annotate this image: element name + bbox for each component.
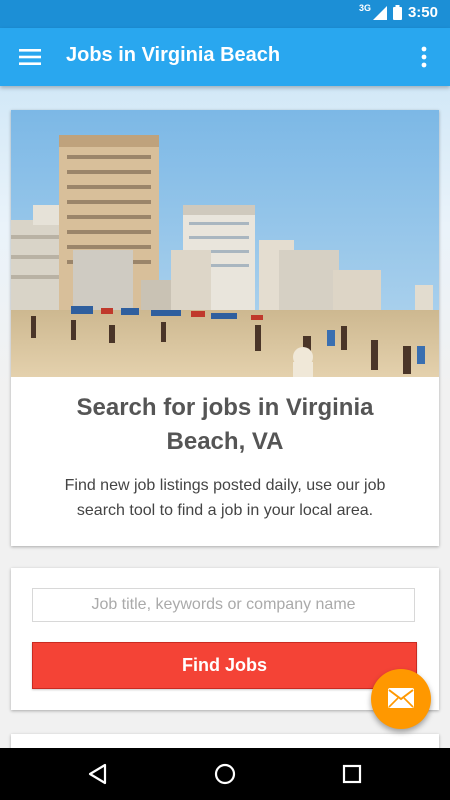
mail-fab-button[interactable] <box>371 669 431 729</box>
hero-card: Search for jobs in Virginia Beach, VA Fi… <box>11 110 439 546</box>
more-vert-icon[interactable] <box>412 45 436 69</box>
status-time: 3:50 <box>407 4 438 21</box>
job-search-input[interactable] <box>32 588 415 622</box>
page-title: Jobs in Virginia Beach <box>66 44 281 66</box>
hero-description: Find new job listings posted daily, use … <box>64 477 386 519</box>
network-type: 3G <box>358 2 371 13</box>
signal-icon <box>372 5 387 20</box>
app-bar: Jobs in Virginia Beach <box>0 28 450 86</box>
status-bar: 3G 3:50 <box>0 0 450 28</box>
recents-square-icon[interactable] <box>340 762 364 786</box>
content-area: Search for jobs in Virginia Beach, VA Fi… <box>0 86 450 754</box>
home-circle-icon[interactable] <box>213 762 237 786</box>
status-icons: 3G 3:50 <box>358 2 438 22</box>
hamburger-menu-icon[interactable] <box>18 45 42 69</box>
system-nav-bar <box>0 748 450 800</box>
back-triangle-icon[interactable] <box>86 762 110 786</box>
hero-title: Search for jobs in Virginia Beach, VA <box>76 394 374 455</box>
beach-photo <box>11 110 439 377</box>
mail-icon <box>388 688 414 708</box>
find-jobs-button[interactable]: Find Jobs <box>32 642 417 689</box>
battery-icon <box>392 5 402 20</box>
